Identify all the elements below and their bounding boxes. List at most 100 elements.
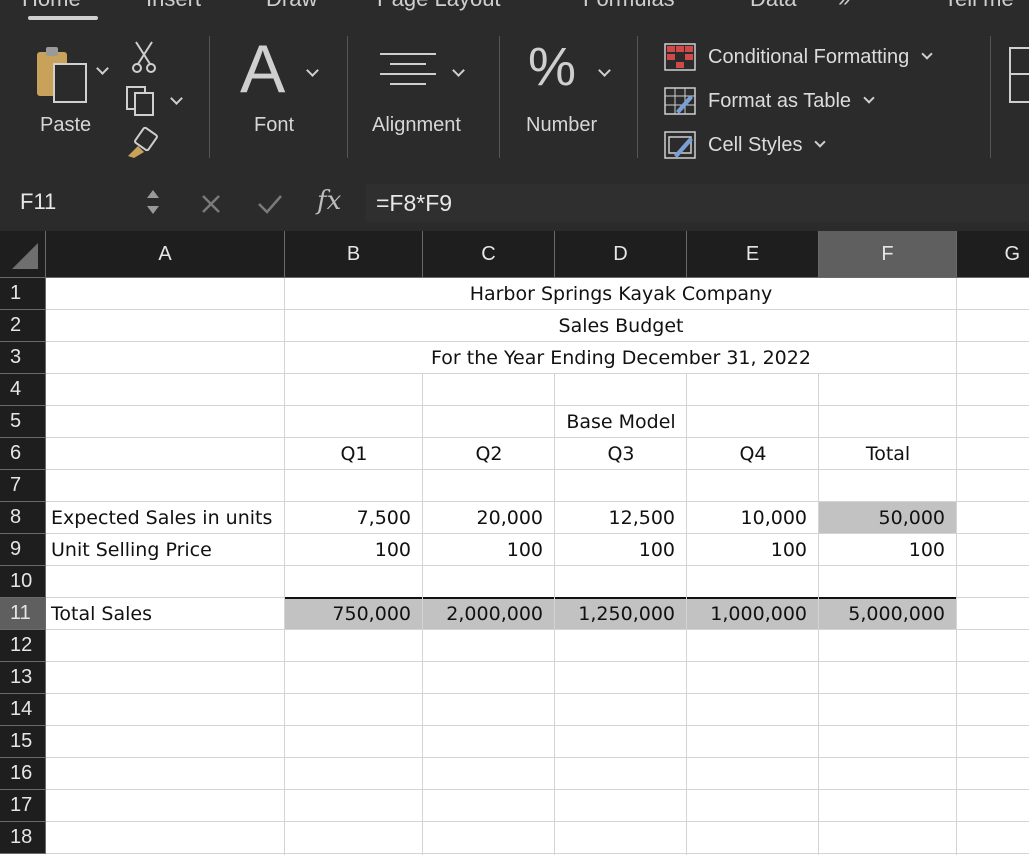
tab-page-layout[interactable]: Page Layout bbox=[377, 0, 501, 12]
tab-data[interactable]: Data bbox=[750, 0, 796, 12]
quarter-header[interactable]: Q2 bbox=[423, 438, 555, 470]
row-header[interactable]: 17 bbox=[0, 790, 46, 822]
conditional-formatting-button[interactable]: Conditional Formatting bbox=[664, 42, 933, 72]
number-label: Number bbox=[526, 114, 598, 136]
tab-tell-me[interactable]: Tell me bbox=[944, 0, 1014, 12]
total-sales-cell[interactable]: 1,250,000 bbox=[555, 598, 687, 630]
row-header[interactable]: 12 bbox=[0, 630, 46, 662]
total-sales-cell[interactable]: 2,000,000 bbox=[423, 598, 555, 630]
font-button[interactable]: A Font bbox=[234, 31, 326, 156]
insert-function-icon[interactable]: fx bbox=[317, 186, 341, 216]
copy-icon[interactable] bbox=[124, 84, 158, 118]
row-header[interactable]: 3 bbox=[0, 342, 46, 374]
ribbon-tabs: Home Insert Draw Page Layout Formulas Da… bbox=[0, 0, 1029, 26]
row-header[interactable]: 6 bbox=[0, 438, 46, 470]
formula-text: =F8*F9 bbox=[376, 190, 453, 216]
column-header-e[interactable]: E bbox=[687, 231, 819, 278]
quarter-header[interactable]: Q3 bbox=[555, 438, 687, 470]
format-as-table-button[interactable]: Format as Table bbox=[664, 86, 875, 116]
row-header[interactable]: 2 bbox=[0, 310, 46, 342]
total-sales-cell-selected[interactable]: 5,000,000 bbox=[819, 598, 957, 630]
total-sales-cell[interactable]: 1,000,000 bbox=[687, 598, 819, 630]
name-box[interactable]: F11 bbox=[0, 174, 175, 230]
model-heading[interactable]: Base Model bbox=[555, 406, 687, 438]
expected-sales-label[interactable]: Expected Sales in units bbox=[46, 502, 285, 534]
name-box-stepper-icon[interactable] bbox=[145, 182, 161, 222]
quarter-header[interactable]: Q1 bbox=[285, 438, 423, 470]
unit-price-cell[interactable]: 100 bbox=[285, 534, 423, 566]
gridline bbox=[46, 789, 1029, 790]
select-all-corner[interactable] bbox=[0, 231, 46, 278]
enter-check-icon[interactable] bbox=[256, 192, 284, 216]
formula-input[interactable] bbox=[366, 184, 1029, 222]
paste-button[interactable]: Paste bbox=[30, 44, 120, 164]
unit-price-cell[interactable]: 100 bbox=[687, 534, 819, 566]
cancel-icon[interactable] bbox=[199, 192, 223, 216]
paste-dropdown-chevron-icon[interactable] bbox=[96, 62, 109, 75]
expected-sales-cell[interactable]: 12,500 bbox=[555, 502, 687, 534]
unit-price-label[interactable]: Unit Selling Price bbox=[46, 534, 285, 566]
column-header-a[interactable]: A bbox=[46, 231, 285, 278]
tab-draw[interactable]: Draw bbox=[266, 0, 317, 12]
number-button[interactable]: % Number bbox=[522, 37, 622, 156]
gridline bbox=[46, 757, 1029, 758]
scissors-icon[interactable] bbox=[130, 40, 158, 76]
format-as-table-chevron-icon bbox=[863, 92, 875, 104]
column-header-c[interactable]: C bbox=[423, 231, 555, 278]
row-header[interactable]: 7 bbox=[0, 470, 46, 502]
row-header[interactable]: 9 bbox=[0, 534, 46, 566]
unit-price-cell[interactable]: 100 bbox=[819, 534, 957, 566]
row-header[interactable]: 14 bbox=[0, 694, 46, 726]
row-header[interactable]: 1 bbox=[0, 278, 46, 310]
column-header-b[interactable]: B bbox=[285, 231, 423, 278]
tab-formulas[interactable]: Formulas bbox=[583, 0, 675, 12]
column-header-g[interactable]: G bbox=[957, 231, 1029, 278]
row-header[interactable]: 11 bbox=[0, 598, 46, 630]
alignment-dropdown-chevron-icon[interactable] bbox=[452, 64, 465, 77]
row-header[interactable]: 8 bbox=[0, 502, 46, 534]
select-all-icon bbox=[12, 243, 38, 269]
unit-price-cell[interactable]: 100 bbox=[423, 534, 555, 566]
row-header[interactable]: 13 bbox=[0, 662, 46, 694]
alignment-button[interactable]: Alignment bbox=[370, 46, 480, 156]
column-header-f[interactable]: F bbox=[819, 231, 957, 278]
tab-insert[interactable]: Insert bbox=[146, 0, 201, 12]
spreadsheet-grid[interactable]: A B C D E F G 1 2 3 4 5 6 7 8 9 10 11 12… bbox=[0, 231, 1029, 855]
ribbon: Paste A Font Alignment % Number Conditio… bbox=[0, 26, 1029, 174]
gridline bbox=[46, 405, 1029, 406]
font-icon: A bbox=[240, 31, 286, 107]
column-header-d[interactable]: D bbox=[555, 231, 687, 278]
report-period[interactable]: For the Year Ending December 31, 2022 bbox=[285, 342, 957, 374]
row-header[interactable]: 18 bbox=[0, 822, 46, 854]
row-header[interactable]: 10 bbox=[0, 566, 46, 598]
expected-sales-cell[interactable]: 20,000 bbox=[423, 502, 555, 534]
row-header[interactable]: 15 bbox=[0, 726, 46, 758]
cell-styles-button[interactable]: Cell Styles bbox=[664, 130, 827, 160]
insert-cells-icon[interactable] bbox=[1008, 46, 1029, 106]
number-dropdown-chevron-icon[interactable] bbox=[598, 64, 611, 77]
copy-dropdown-chevron-icon[interactable] bbox=[170, 92, 183, 105]
row-header[interactable]: 4 bbox=[0, 374, 46, 406]
row-header[interactable]: 16 bbox=[0, 758, 46, 790]
row-header[interactable]: 5 bbox=[0, 406, 46, 438]
quarter-header[interactable]: Q4 bbox=[687, 438, 819, 470]
more-tabs-icon[interactable]: » bbox=[838, 0, 850, 12]
tab-home[interactable]: Home bbox=[22, 0, 81, 12]
format-as-table-label: Format as Table bbox=[708, 89, 852, 112]
ribbon-separator bbox=[499, 36, 500, 158]
cell-styles-label: Cell Styles bbox=[708, 133, 803, 156]
report-subtitle[interactable]: Sales Budget bbox=[285, 310, 957, 342]
expected-sales-cell[interactable]: 10,000 bbox=[687, 502, 819, 534]
expected-sales-cell[interactable]: 7,500 bbox=[285, 502, 423, 534]
format-painter-icon[interactable] bbox=[124, 126, 160, 160]
conditional-formatting-label: Conditional Formatting bbox=[708, 45, 910, 68]
total-sales-label[interactable]: Total Sales bbox=[46, 598, 285, 630]
total-sales-cell[interactable]: 750,000 bbox=[285, 598, 423, 630]
expected-sales-cell[interactable]: 50,000 bbox=[819, 502, 957, 534]
unit-price-cell[interactable]: 100 bbox=[555, 534, 687, 566]
clipboard-icon bbox=[37, 47, 87, 103]
format-as-table-icon bbox=[664, 87, 696, 115]
font-dropdown-chevron-icon[interactable] bbox=[306, 64, 319, 77]
quarter-header[interactable]: Total bbox=[819, 438, 957, 470]
report-title[interactable]: Harbor Springs Kayak Company bbox=[285, 278, 957, 310]
